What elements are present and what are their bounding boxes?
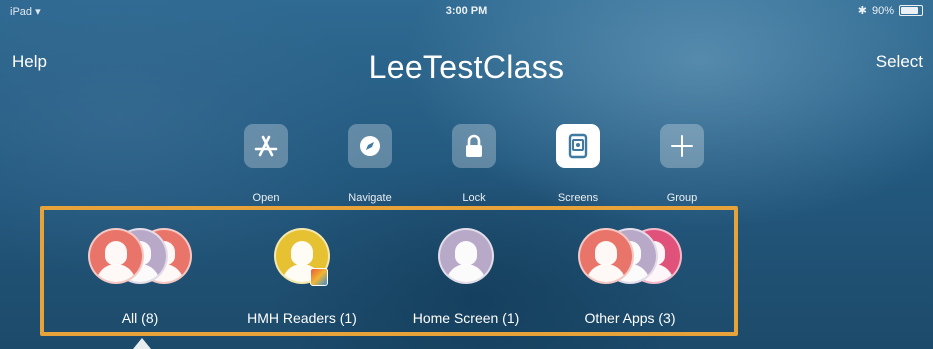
open-action[interactable]: Open [226,124,306,204]
open-label: Open [252,192,280,204]
avatar [578,228,634,284]
status-battery: ✱ 90% [858,4,923,17]
navigate-action[interactable]: Navigate [330,124,410,204]
avatar [438,228,494,284]
group-label: Group [666,192,698,204]
status-bar: iPad ▾ 3:00 PM ✱ 90% [0,0,933,20]
screens-icon [556,124,600,168]
selection-pointer [133,338,151,349]
battery-percent: 90% [871,4,894,17]
lock-action[interactable]: Lock [434,124,514,204]
screens-action[interactable]: Screens [538,124,618,204]
avatar [88,228,144,284]
navigate-label: Navigate [348,192,392,204]
page-title: LeeTestClass [368,49,565,85]
status-time: 3:00 PM [445,5,488,17]
plus-icon [660,124,704,168]
bluetooth-icon: ✱ [857,5,867,17]
battery-icon [899,5,923,16]
screens-label: Screens [557,192,599,204]
lock-icon [452,124,496,168]
lock-label: Lock [462,192,486,204]
select-button[interactable]: Select [876,52,923,72]
group-other-apps-label: Other Apps (3) [584,310,676,326]
compass-icon [348,124,392,168]
app-badge-icon [310,268,328,286]
group-action[interactable]: Group [642,124,722,204]
app-store-icon [244,124,288,168]
